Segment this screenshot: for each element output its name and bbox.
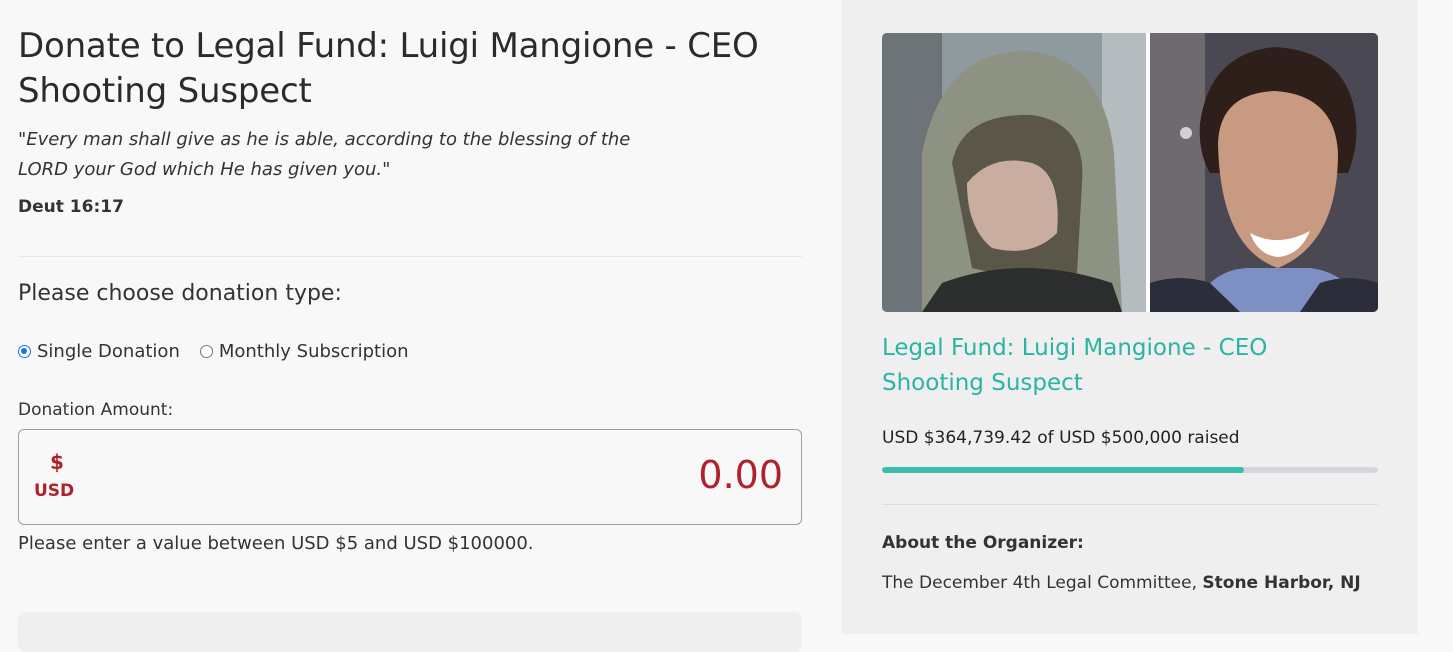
progress-fill [882,467,1244,473]
single-donation-label: Single Donation [37,341,180,362]
single-donation-radio[interactable]: Single Donation [18,341,180,362]
organizer-separator: , [1191,573,1203,593]
scripture-quote: "Every man shall give as he is able, acc… [18,129,631,180]
amount-hint: Please enter a value between USD $5 and … [18,533,534,554]
donation-type-options: Single Donation Monthly Subscription [18,341,429,362]
monthly-subscription-radio[interactable]: Monthly Subscription [199,341,409,362]
organizer-label: About the Organizer: [882,533,1084,553]
currency-symbol: $ [50,450,64,474]
radio-checked-icon[interactable] [18,345,31,358]
donation-amount-input[interactable] [381,452,785,498]
donation-amount-label: Donation Amount: [18,400,174,420]
amount-raised: USD $364,739.42 of USD $500,000 raised [882,428,1240,448]
donation-amount-field[interactable]: $ USD [18,429,802,525]
fundraising-progress-bar [882,467,1378,473]
fund-title-link[interactable]: Legal Fund: Luigi Mangione - CEO Shootin… [882,331,1322,401]
divider [882,504,1378,505]
hooded-surveillance-photo [882,33,1146,312]
monthly-subscription-label: Monthly Subscription [218,341,409,362]
organizer-info: The December 4th Legal Committee, Stone … [882,573,1361,593]
radio-unchecked-icon[interactable] [199,345,213,358]
organizer-location: Stone Harbor, NJ [1202,573,1361,593]
page-title: Donate to Legal Fund: Luigi Mangione - C… [18,26,759,111]
suspect-photos [882,33,1378,312]
organizer-name: The December 4th Legal Committee [882,573,1192,593]
smiling-portrait-photo [1150,33,1378,312]
scripture-reference: Deut 16:17 [18,197,124,217]
currency-code: USD [34,481,75,501]
fund-summary-panel: Legal Fund: Luigi Mangione - CEO Shootin… [842,0,1418,634]
donation-type-heading: Please choose donation type: [18,281,342,306]
payment-section-card [18,612,802,652]
divider [18,256,802,257]
